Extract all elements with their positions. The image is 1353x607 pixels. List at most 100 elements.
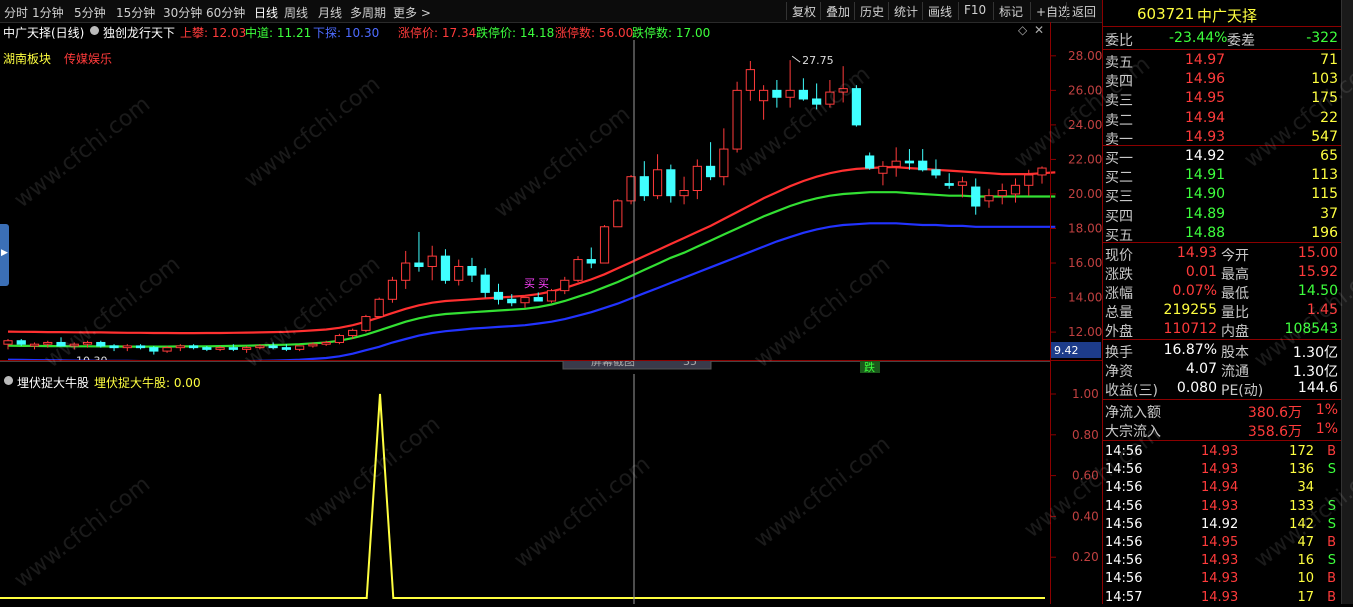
candle[interactable] bbox=[401, 250, 411, 289]
candle[interactable] bbox=[480, 268, 490, 298]
period-tab-7[interactable]: 周线 bbox=[284, 4, 308, 21]
candle[interactable] bbox=[440, 249, 451, 284]
signal-indicator-chart[interactable]: 1.000.800.600.400.20 bbox=[0, 374, 1102, 604]
period-tab-0[interactable]: 分时 bbox=[4, 4, 28, 21]
candle[interactable] bbox=[652, 154, 663, 200]
diamond-icon[interactable]: ◇ bbox=[1018, 23, 1027, 37]
candle[interactable] bbox=[493, 283, 504, 305]
toolbar-button-6[interactable]: 标记 bbox=[993, 2, 1028, 20]
tick-row[interactable]: 14:56 14.93 136 S bbox=[1103, 461, 1342, 479]
candle[interactable] bbox=[997, 183, 1007, 205]
candle[interactable] bbox=[1037, 166, 1047, 184]
candle[interactable] bbox=[586, 247, 596, 269]
candle[interactable] bbox=[891, 147, 901, 177]
candle[interactable] bbox=[387, 276, 398, 303]
indicator-name[interactable]: 独创龙行天下 bbox=[103, 24, 175, 41]
tick-price: 14.93 bbox=[1201, 553, 1239, 569]
candle[interactable] bbox=[613, 199, 623, 228]
candle[interactable] bbox=[467, 257, 477, 283]
candle[interactable] bbox=[334, 333, 345, 345]
candle[interactable] bbox=[772, 79, 782, 108]
candle[interactable] bbox=[971, 178, 981, 215]
candle[interactable] bbox=[957, 176, 968, 198]
candle[interactable] bbox=[520, 297, 530, 308]
candle[interactable] bbox=[374, 297, 384, 319]
candle[interactable] bbox=[573, 256, 583, 283]
candle-body bbox=[188, 345, 199, 349]
period-tab-8[interactable]: 月线 bbox=[318, 4, 342, 21]
candle[interactable] bbox=[3, 339, 13, 350]
candle[interactable] bbox=[759, 85, 769, 120]
toolbar-button-5[interactable]: F10 bbox=[958, 2, 991, 20]
fund-flow-value: 380.6万 bbox=[1247, 405, 1302, 421]
candle[interactable] bbox=[414, 231, 424, 272]
candle[interactable] bbox=[666, 164, 676, 203]
candle[interactable] bbox=[188, 344, 199, 350]
toolbar-button-8[interactable]: 返回 bbox=[1066, 2, 1101, 20]
sidebar-toggle[interactable]: ▶ bbox=[0, 224, 9, 286]
divider bbox=[1103, 242, 1342, 243]
candle[interactable] bbox=[904, 149, 915, 170]
candle[interactable] bbox=[785, 60, 795, 108]
candle[interactable] bbox=[546, 288, 557, 303]
candle-body bbox=[308, 343, 318, 347]
toolbar-button-3[interactable]: 统计 bbox=[888, 2, 923, 20]
candle[interactable] bbox=[1010, 178, 1021, 203]
divider bbox=[1103, 145, 1342, 146]
candlestick-chart[interactable]: 28.0026.0024.0022.0020.0018.0016.0014.00… bbox=[0, 40, 1102, 360]
toolbar-button-2[interactable]: 历史 bbox=[854, 2, 889, 20]
toolbar-button-4[interactable]: 画线 bbox=[922, 2, 957, 20]
period-tab-9[interactable]: 多周期 bbox=[350, 4, 386, 21]
period-tab-1[interactable]: 1分钟 bbox=[32, 4, 64, 21]
candle[interactable] bbox=[135, 344, 146, 350]
candle-body bbox=[202, 347, 212, 350]
candle[interactable] bbox=[361, 314, 371, 333]
tick-volume: 16 bbox=[1297, 553, 1314, 569]
sub-indicator-settings-icon[interactable] bbox=[4, 376, 13, 385]
tick-row[interactable]: 14:56 14.93 10 B bbox=[1103, 570, 1342, 588]
toolbar-button-0[interactable]: 复权 bbox=[786, 2, 821, 20]
toolbar-button-1[interactable]: 叠加 bbox=[820, 2, 855, 20]
bids-volume: 37 bbox=[1320, 205, 1338, 222]
close-icon[interactable]: ✕ bbox=[1034, 23, 1044, 37]
period-tab-6[interactable]: 日线 bbox=[254, 4, 278, 21]
candle[interactable] bbox=[639, 161, 649, 201]
period-tab-10[interactable]: 更多 > bbox=[393, 4, 431, 21]
candle[interactable] bbox=[865, 152, 875, 170]
candle[interactable] bbox=[427, 245, 437, 281]
candle[interactable] bbox=[918, 149, 928, 172]
candle[interactable] bbox=[719, 128, 729, 186]
candle[interactable] bbox=[599, 225, 610, 264]
tick-side: S bbox=[1327, 553, 1336, 569]
candle[interactable] bbox=[679, 176, 689, 205]
candle[interactable] bbox=[692, 159, 702, 200]
candle[interactable] bbox=[175, 344, 185, 352]
candle[interactable] bbox=[149, 345, 159, 355]
candle[interactable] bbox=[732, 81, 742, 153]
period-tab-3[interactable]: 15分钟 bbox=[116, 4, 155, 21]
indicator-settings-icon[interactable] bbox=[90, 26, 99, 35]
candle[interactable] bbox=[944, 173, 954, 189]
sub-indicator-title[interactable]: 埋伏捉大牛股 bbox=[17, 374, 89, 391]
candle[interactable] bbox=[745, 60, 755, 101]
candle[interactable] bbox=[984, 188, 994, 208]
tick-row[interactable]: 14:56 14.94 34 bbox=[1103, 479, 1342, 497]
period-tab-5[interactable]: 60分钟 bbox=[206, 4, 245, 21]
period-tab-4[interactable]: 30分钟 bbox=[163, 4, 202, 21]
candle[interactable] bbox=[454, 259, 464, 286]
candle[interactable] bbox=[109, 344, 119, 352]
stat-value: 15.92 bbox=[1297, 264, 1338, 280]
candle[interactable] bbox=[29, 342, 40, 350]
tick-row[interactable]: 14:56 14.93 16 S bbox=[1103, 552, 1342, 570]
weibi-row: 委比 -23.44% 委差 -322 bbox=[1103, 29, 1342, 49]
candle[interactable] bbox=[705, 142, 716, 181]
candle[interactable] bbox=[295, 345, 305, 352]
candle[interactable] bbox=[122, 344, 132, 352]
candle[interactable] bbox=[878, 161, 888, 186]
candle-body bbox=[3, 340, 13, 345]
candle-body bbox=[175, 345, 185, 349]
candle[interactable] bbox=[798, 78, 808, 101]
candle[interactable] bbox=[560, 276, 570, 295]
bids-volume: 196 bbox=[1311, 224, 1338, 241]
period-tab-2[interactable]: 5分钟 bbox=[74, 4, 106, 21]
